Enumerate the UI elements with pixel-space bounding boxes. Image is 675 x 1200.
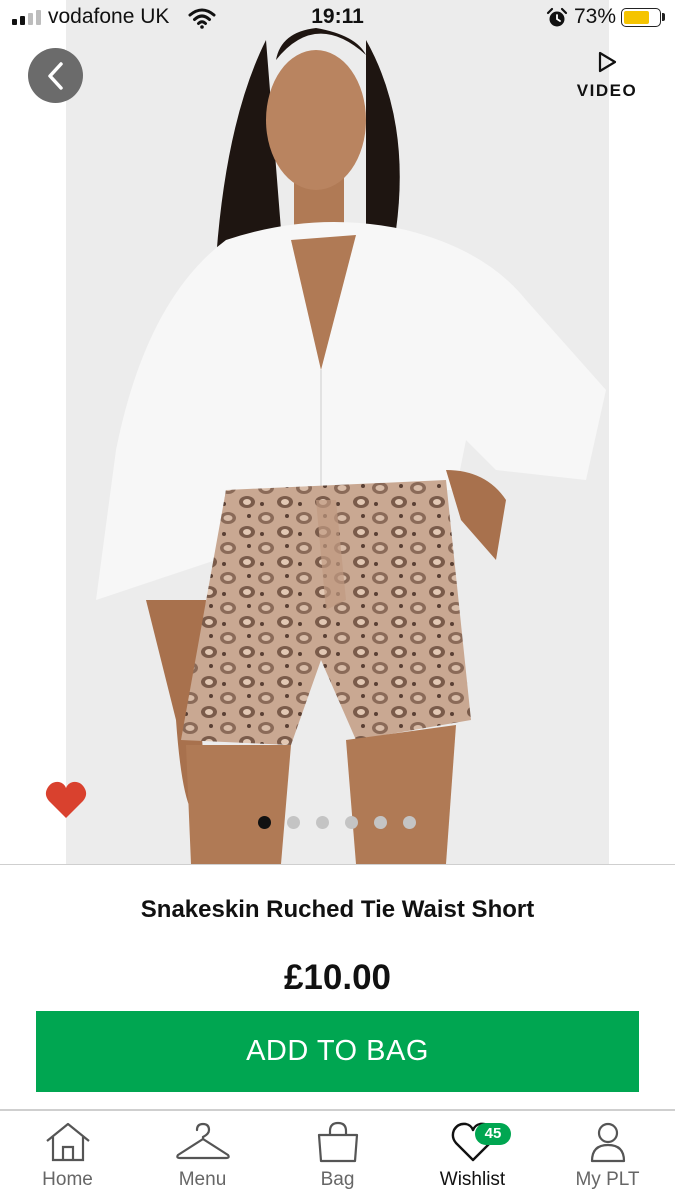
pagination-dot[interactable]	[258, 816, 271, 829]
product-price: £10.00	[283, 958, 392, 997]
chevron-left-icon	[47, 61, 63, 90]
bag-icon	[317, 1121, 358, 1163]
alarm-icon	[546, 7, 568, 27]
tab-label: Bag	[320, 1169, 355, 1190]
pagination-dot[interactable]	[374, 816, 387, 829]
tab-label: Wishlist	[439, 1169, 506, 1190]
favorite-heart-icon[interactable]	[44, 780, 88, 820]
pagination-dot[interactable]	[403, 816, 416, 829]
battery-icon	[621, 8, 661, 27]
video-label: VIDEO	[576, 81, 638, 100]
bottom-tab-bar: Home Menu Bag 45 Wishlist My PLT	[0, 1111, 675, 1200]
tab-label: My PLT	[575, 1169, 640, 1190]
product-photo	[96, 28, 606, 864]
hanger-icon	[175, 1122, 230, 1160]
product-gallery[interactable]: VIDEO	[0, 0, 675, 864]
battery-percentage: 73%	[574, 5, 617, 28]
tab-menu[interactable]: Menu	[135, 1111, 270, 1200]
home-icon	[45, 1122, 90, 1162]
pagination-dot[interactable]	[316, 816, 329, 829]
tab-wishlist[interactable]: 45 Wishlist	[405, 1111, 540, 1200]
pagination-dot[interactable]	[287, 816, 300, 829]
tab-my-plt[interactable]: My PLT	[540, 1111, 675, 1200]
tab-bag[interactable]: Bag	[270, 1111, 405, 1200]
product-title: Snakeskin Ruched Tie Waist Short	[140, 896, 535, 923]
user-icon	[590, 1122, 625, 1163]
status-bar: vodafone UK 19:11 73%	[0, 0, 675, 38]
tab-label: Home	[42, 1169, 93, 1190]
play-icon	[598, 51, 617, 73]
wishlist-count-badge: 45	[475, 1123, 511, 1145]
video-button[interactable]: VIDEO	[572, 50, 642, 101]
pagination-dot[interactable]	[345, 816, 358, 829]
tab-label: Menu	[178, 1169, 227, 1190]
back-button[interactable]	[28, 48, 83, 103]
add-to-bag-button[interactable]: ADD TO BAG	[36, 1011, 639, 1092]
divider	[0, 864, 675, 865]
tab-home[interactable]: Home	[0, 1111, 135, 1200]
gallery-pagination[interactable]	[258, 816, 416, 829]
